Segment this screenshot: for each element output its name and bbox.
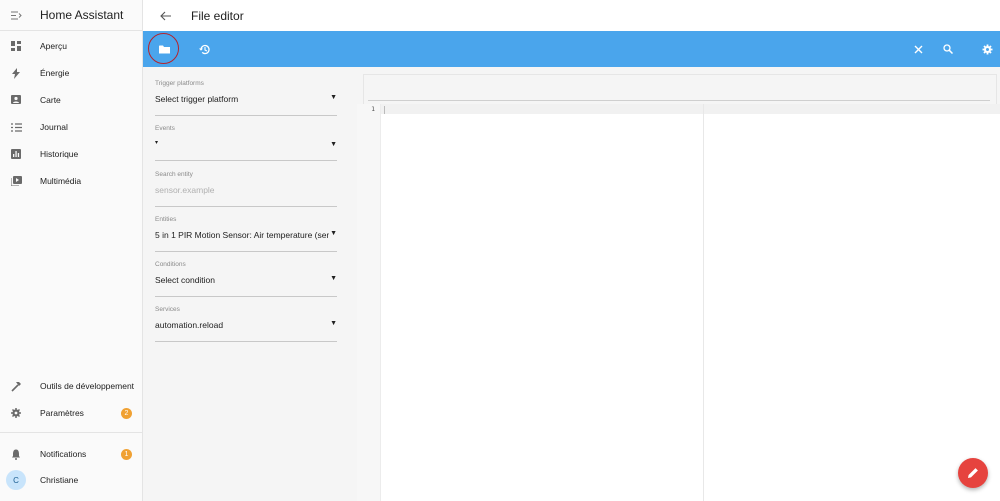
sidebar-item-label: Outils de développement <box>40 381 135 391</box>
gear-icon <box>0 408 32 418</box>
sidebar-header: Home Assistant <box>0 0 142 31</box>
sidebar-item-label: Journal <box>40 122 68 132</box>
lightning-icon <box>0 67 32 79</box>
services-select[interactable]: Services automation.reload ▼ <box>155 306 337 342</box>
search-icon[interactable] <box>938 39 958 59</box>
sidebar-item-carte[interactable]: Carte <box>0 89 143 111</box>
bell-icon <box>0 449 32 460</box>
active-line-highlight <box>357 104 1000 114</box>
tabs-divider <box>368 100 990 101</box>
search-entity-input[interactable]: Search entity sensor.example <box>155 171 337 207</box>
history-icon[interactable] <box>194 39 214 59</box>
field-label: Entities <box>155 216 177 223</box>
events-select[interactable]: Events ▾ ▼ <box>155 125 337 161</box>
dashboard-icon <box>0 41 32 51</box>
sidebar-item-label: Énergie <box>40 68 70 78</box>
app-root: Home Assistant Aperçu Énergie Carte Jour… <box>0 0 1000 501</box>
folder-icon[interactable] <box>154 39 174 59</box>
sidebar-item-parametres[interactable]: Paramètres 2 <box>0 402 143 424</box>
sidebar-title: Home Assistant <box>40 8 124 22</box>
conditions-select[interactable]: Conditions Select condition ▼ <box>155 261 337 297</box>
sidebar-item-label: Paramètres <box>40 408 84 418</box>
sidebar-item-journal[interactable]: Journal <box>0 116 143 138</box>
line-number: 1 <box>371 105 375 113</box>
sidebar-item-label: Carte <box>40 95 61 105</box>
page-title: File editor <box>191 8 244 23</box>
notifications-badge: 1 <box>121 448 132 460</box>
field-placeholder: sensor.example <box>155 185 215 195</box>
sidebar-item-label: Notifications <box>40 449 87 459</box>
media-icon <box>0 176 32 186</box>
field-label: Services <box>155 306 180 313</box>
code-editor[interactable]: 1 <box>357 104 1000 501</box>
list-icon <box>0 122 32 132</box>
sidebar-item-label: Aperçu <box>40 41 67 51</box>
dropdown-arrow-icon: ▼ <box>330 94 337 101</box>
sidebar-item-user[interactable]: C Christiane <box>0 469 143 491</box>
top-header: File editor <box>143 0 1000 31</box>
sidebar-item-apercu[interactable]: Aperçu <box>0 35 143 57</box>
field-label: Events <box>155 125 175 132</box>
sidebar-divider <box>0 432 143 433</box>
field-value: Select trigger platform <box>155 94 239 104</box>
field-value: ▾ <box>155 140 159 146</box>
map-icon <box>0 95 32 105</box>
sidebar-item-label: Historique <box>40 149 79 159</box>
avatar-wrapper: C <box>0 470 32 490</box>
settings-gear-icon[interactable] <box>977 39 997 59</box>
settings-badge: 2 <box>121 407 132 419</box>
text-cursor <box>384 106 385 114</box>
sidebar-item-label: Christiane <box>40 475 79 485</box>
sidebar-item-dev-tools[interactable]: Outils de développement <box>0 375 143 397</box>
sidebar-item-energie[interactable]: Énergie <box>0 62 143 84</box>
dropdown-arrow-icon: ▼ <box>330 141 337 148</box>
back-arrow-icon[interactable] <box>143 11 187 21</box>
dropdown-arrow-icon: ▼ <box>330 230 337 237</box>
dropdown-arrow-icon: ▼ <box>330 275 337 282</box>
helper-panel: Trigger platforms Select trigger platfor… <box>143 67 357 501</box>
entities-select[interactable]: Entities 5 in 1 PIR Motion Sensor: Air t… <box>155 216 337 252</box>
close-icon[interactable] <box>908 39 928 59</box>
editor-toolbar <box>143 31 1000 67</box>
hammer-icon <box>0 381 32 392</box>
edit-fab-button[interactable] <box>958 458 988 488</box>
avatar: C <box>6 470 26 490</box>
sidebar-item-multimedia[interactable]: Multimédia <box>0 170 143 192</box>
field-value: 5 in 1 PIR Motion Sensor: Air temperatur… <box>155 230 329 240</box>
sidebar-item-notifications[interactable]: Notifications 1 <box>0 443 143 465</box>
trigger-platforms-select[interactable]: Trigger platforms Select trigger platfor… <box>155 80 337 116</box>
field-value: automation.reload <box>155 320 224 330</box>
sidebar: Home Assistant Aperçu Énergie Carte Jour… <box>0 0 143 501</box>
chart-icon <box>0 149 32 159</box>
sidebar-item-label: Multimédia <box>40 176 82 186</box>
print-margin <box>703 104 704 501</box>
menu-collapse-icon[interactable] <box>0 11 32 20</box>
dropdown-arrow-icon: ▼ <box>330 320 337 327</box>
field-label: Trigger platforms <box>155 80 204 87</box>
sidebar-item-historique[interactable]: Historique <box>0 143 143 165</box>
field-value: Select condition <box>155 275 216 285</box>
pencil-icon <box>968 468 978 478</box>
field-label: Search entity <box>155 171 193 178</box>
line-gutter <box>357 104 381 501</box>
field-label: Conditions <box>155 261 186 268</box>
